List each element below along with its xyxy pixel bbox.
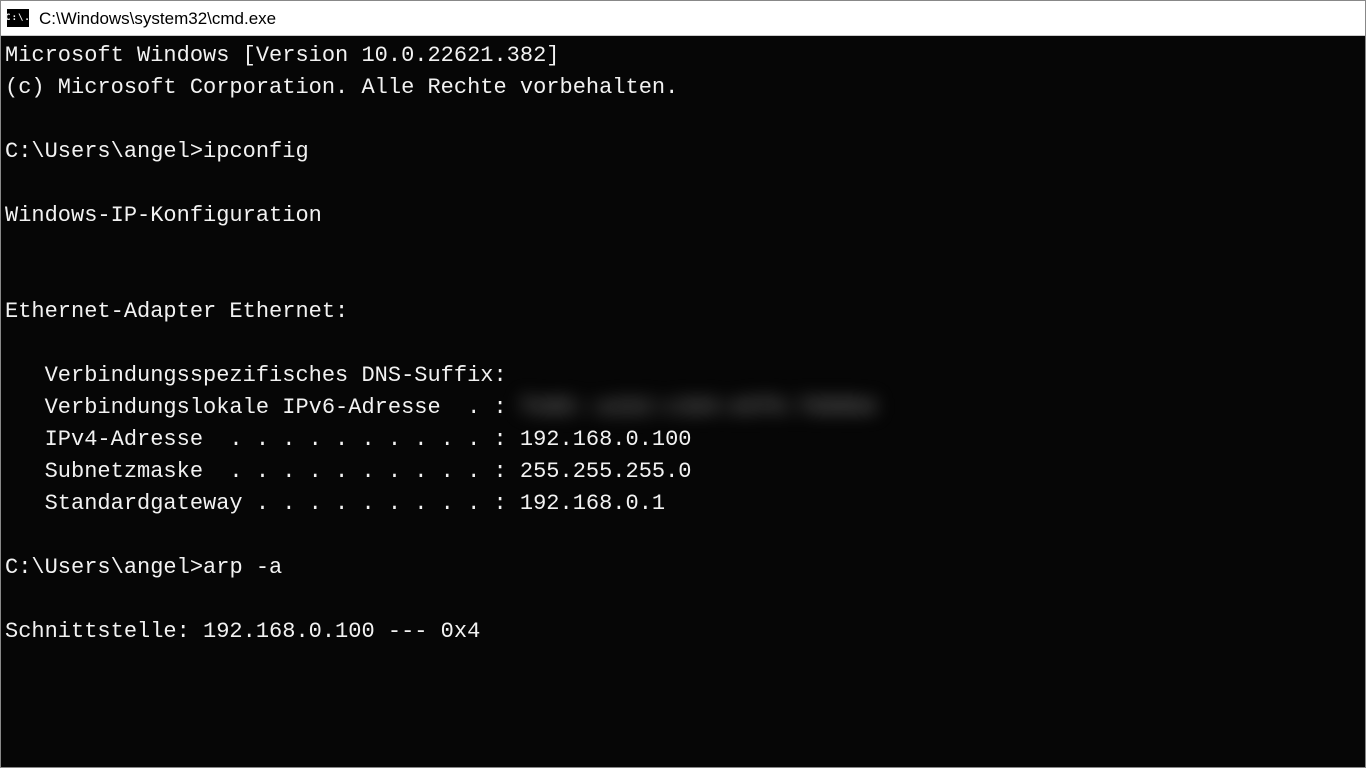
cmd-icon-text: C:\.	[5, 14, 31, 23]
prompt-2: C:\Users\angel>	[5, 555, 203, 580]
gateway-line: Standardgateway . . . . . . . . . : 192.…	[5, 491, 665, 516]
command-2: arp -a	[203, 555, 282, 580]
ipv6-label: Verbindungslokale IPv6-Adresse . :	[5, 395, 520, 420]
ipv6-value-blurred: fe80::a1b2:c3d4:e5f6:7890%4	[520, 392, 876, 424]
cmd-icon: C:\.	[7, 9, 29, 27]
ipv4-line: IPv4-Adresse . . . . . . . . . . : 192.1…	[5, 427, 692, 452]
prompt-1: C:\Users\angel>	[5, 139, 203, 164]
titlebar[interactable]: C:\. C:\Windows\system32\cmd.exe	[1, 1, 1365, 36]
window-title: C:\Windows\system32\cmd.exe	[39, 10, 276, 27]
banner-line-2: (c) Microsoft Corporation. Alle Rechte v…	[5, 75, 678, 100]
banner-line-1: Microsoft Windows [Version 10.0.22621.38…	[5, 43, 560, 68]
adapter-header: Ethernet-Adapter Ethernet:	[5, 299, 348, 324]
cmd-window: C:\. C:\Windows\system32\cmd.exe Microso…	[0, 0, 1366, 768]
interface-line: Schnittstelle: 192.168.0.100 --- 0x4	[5, 619, 480, 644]
ipconfig-header: Windows-IP-Konfiguration	[5, 203, 322, 228]
subnet-line: Subnetzmaske . . . . . . . . . . : 255.2…	[5, 459, 692, 484]
command-1: ipconfig	[203, 139, 309, 164]
dns-suffix-line: Verbindungsspezifisches DNS-Suffix:	[5, 363, 507, 388]
terminal-output[interactable]: Microsoft Windows [Version 10.0.22621.38…	[1, 36, 1365, 767]
